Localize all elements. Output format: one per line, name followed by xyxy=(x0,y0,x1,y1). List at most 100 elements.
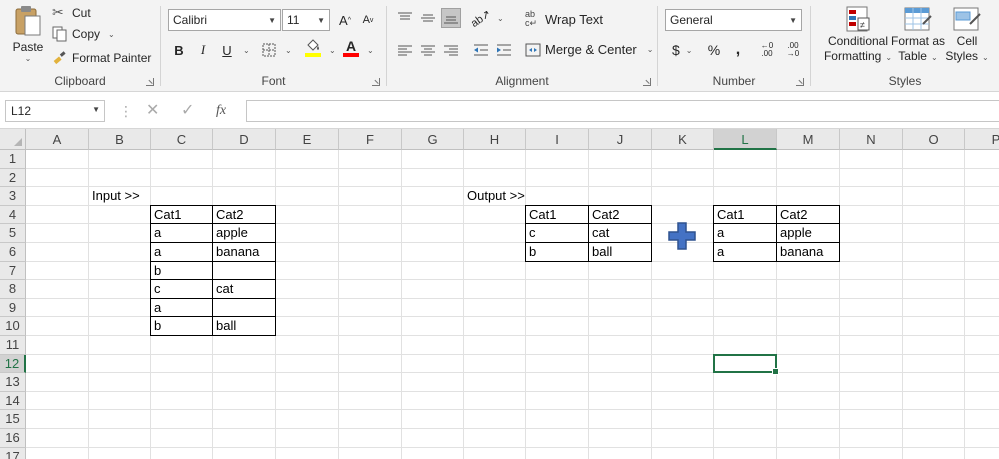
formula-input[interactable] xyxy=(246,100,999,122)
select-all-button[interactable] xyxy=(0,129,26,150)
currency-button[interactable]: $ ⌄ xyxy=(672,42,693,58)
column-header-f[interactable]: F xyxy=(339,129,402,150)
underline-button[interactable]: U xyxy=(217,40,237,60)
cancel-icon[interactable]: ✕ xyxy=(146,100,159,122)
output-label-cell[interactable]: Output >> xyxy=(464,187,525,205)
number-launcher-icon[interactable] xyxy=(796,78,804,86)
align-left-button[interactable] xyxy=(395,40,415,60)
copy-dropdown-icon[interactable]: ⌄ xyxy=(108,30,115,39)
copy-button[interactable]: Copy ⌄ xyxy=(52,26,115,42)
input-table-cell[interactable]: b xyxy=(150,317,213,336)
font-color-dropdown-icon[interactable]: ⌄ xyxy=(367,46,374,55)
merge-dropdown-icon[interactable]: ⌄ xyxy=(647,45,654,54)
format-as-table-button[interactable]: Format as Table ⌄ xyxy=(891,4,945,65)
output-table-2-cell[interactable]: Cat1 xyxy=(713,204,777,225)
column-header-l[interactable]: L xyxy=(714,129,777,150)
name-box[interactable]: L12 ▼ xyxy=(5,100,105,122)
clipboard-launcher-icon[interactable] xyxy=(146,78,154,86)
decrease-decimal-button[interactable]: .00 →0 xyxy=(782,40,804,60)
align-center-button[interactable] xyxy=(418,40,438,60)
row-header-17[interactable]: 17 xyxy=(0,447,26,459)
increase-indent-button[interactable] xyxy=(494,40,514,60)
column-header-h[interactable]: H xyxy=(464,129,526,150)
currency-dropdown-icon[interactable]: ⌄ xyxy=(686,46,693,55)
bottom-align-button[interactable] xyxy=(441,8,461,28)
row-header-12[interactable]: 12 xyxy=(0,354,26,374)
input-table-cell[interactable]: a xyxy=(150,243,213,262)
borders-button[interactable] xyxy=(259,40,279,60)
input-table-cell[interactable]: c xyxy=(150,280,213,299)
column-header-o[interactable]: O xyxy=(903,129,965,150)
row-header-13[interactable]: 13 xyxy=(0,373,26,392)
enter-icon[interactable]: ✓ xyxy=(181,100,194,122)
conditional-formatting-button[interactable]: ≠ Conditional Formatting ⌄ xyxy=(821,4,895,65)
output-table-cell[interactable]: Cat1 xyxy=(525,204,589,225)
row-header-15[interactable]: 15 xyxy=(0,410,26,429)
column-header-b[interactable]: B xyxy=(89,129,151,150)
row-header-10[interactable]: 10 xyxy=(0,317,26,336)
grow-font-button[interactable]: A ^ xyxy=(335,10,355,30)
fill-color-button[interactable] xyxy=(303,38,323,58)
row-header-1[interactable]: 1 xyxy=(0,150,26,169)
column-header-e[interactable]: E xyxy=(276,129,339,150)
comma-button[interactable]: , xyxy=(728,40,748,60)
input-table-cell[interactable]: apple xyxy=(213,224,276,243)
input-table-cell[interactable] xyxy=(213,298,276,318)
column-header-j[interactable]: J xyxy=(589,129,652,150)
column-header-a[interactable]: A xyxy=(26,129,89,150)
insert-function-icon[interactable]: fx xyxy=(216,100,226,122)
plus-shape-icon[interactable] xyxy=(667,221,697,251)
row-header-7[interactable]: 7 xyxy=(0,261,26,281)
row-header-8[interactable]: 8 xyxy=(0,280,26,299)
merge-center-button[interactable]: Merge & Center ⌄ xyxy=(525,42,653,57)
middle-align-button[interactable] xyxy=(418,8,438,28)
font-name-select[interactable]: Calibri ▼ xyxy=(168,9,281,31)
bold-button[interactable]: B xyxy=(169,40,189,60)
format-painter-button[interactable]: Format Painter xyxy=(52,50,151,66)
input-table-cell[interactable]: banana xyxy=(213,243,276,262)
input-label-cell[interactable]: Input >> xyxy=(89,187,140,205)
output-table-2-cell[interactable]: apple xyxy=(777,224,840,243)
wrap-text-button[interactable]: ab c↵ Wrap Text xyxy=(525,10,603,28)
top-align-button[interactable] xyxy=(395,8,415,28)
row-header-2[interactable]: 2 xyxy=(0,168,26,188)
borders-dropdown-icon[interactable]: ⌄ xyxy=(285,46,292,55)
percent-button[interactable]: % xyxy=(704,40,724,60)
column-header-c[interactable]: C xyxy=(151,129,213,150)
row-header-16[interactable]: 16 xyxy=(0,429,26,448)
increase-decimal-button[interactable]: ←0 .00 xyxy=(756,40,778,60)
font-size-select[interactable]: 11 ▼ xyxy=(282,9,330,31)
input-table-cell[interactable]: a xyxy=(150,224,213,243)
fill-color-dropdown-icon[interactable]: ⌄ xyxy=(329,46,336,55)
decrease-indent-button[interactable] xyxy=(471,40,491,60)
input-table-cell[interactable]: ball xyxy=(213,317,276,336)
input-table-cell[interactable]: cat xyxy=(213,280,276,299)
column-header-n[interactable]: N xyxy=(840,129,903,150)
output-table-2-cell[interactable]: a xyxy=(713,243,777,262)
output-table-2-cell[interactable]: Cat2 xyxy=(777,204,840,225)
column-header-g[interactable]: G xyxy=(402,129,464,150)
active-cell-l12[interactable] xyxy=(713,353,779,375)
cell-styles-button[interactable]: Cell Styles ⌄ xyxy=(945,4,989,65)
orientation-dropdown-icon[interactable]: ⌄ xyxy=(497,14,504,23)
align-right-button[interactable] xyxy=(441,40,461,60)
number-format-select[interactable]: General ▼ xyxy=(665,9,802,31)
shrink-font-button[interactable]: Av xyxy=(358,10,378,30)
font-launcher-icon[interactable] xyxy=(372,78,380,86)
italic-button[interactable]: I xyxy=(193,40,213,60)
input-table-cell[interactable]: a xyxy=(150,298,213,318)
input-table-cell[interactable]: Cat1 xyxy=(150,204,213,225)
row-header-14[interactable]: 14 xyxy=(0,391,26,411)
column-header-d[interactable]: D xyxy=(213,129,276,150)
row-header-11[interactable]: 11 xyxy=(0,336,26,355)
row-header-6[interactable]: 6 xyxy=(0,243,26,262)
orientation-button[interactable]: ab↗ xyxy=(469,7,493,29)
output-table-cell[interactable]: c xyxy=(525,224,589,243)
underline-dropdown-icon[interactable]: ⌄ xyxy=(243,46,250,55)
column-header-i[interactable]: I xyxy=(526,129,589,150)
paste-dropdown-icon[interactable]: ⌄ xyxy=(25,54,32,63)
column-header-k[interactable]: K xyxy=(652,129,714,150)
worksheet-grid[interactable]: A B C D E F G H I J K L M N O P 1 2 3 4 5 6 7 8 9 10 11 12 13 14 15 16 1… xyxy=(0,129,999,459)
paste-button[interactable]: Paste ⌄ xyxy=(8,4,48,70)
input-table-cell[interactable]: Cat2 xyxy=(213,204,276,225)
